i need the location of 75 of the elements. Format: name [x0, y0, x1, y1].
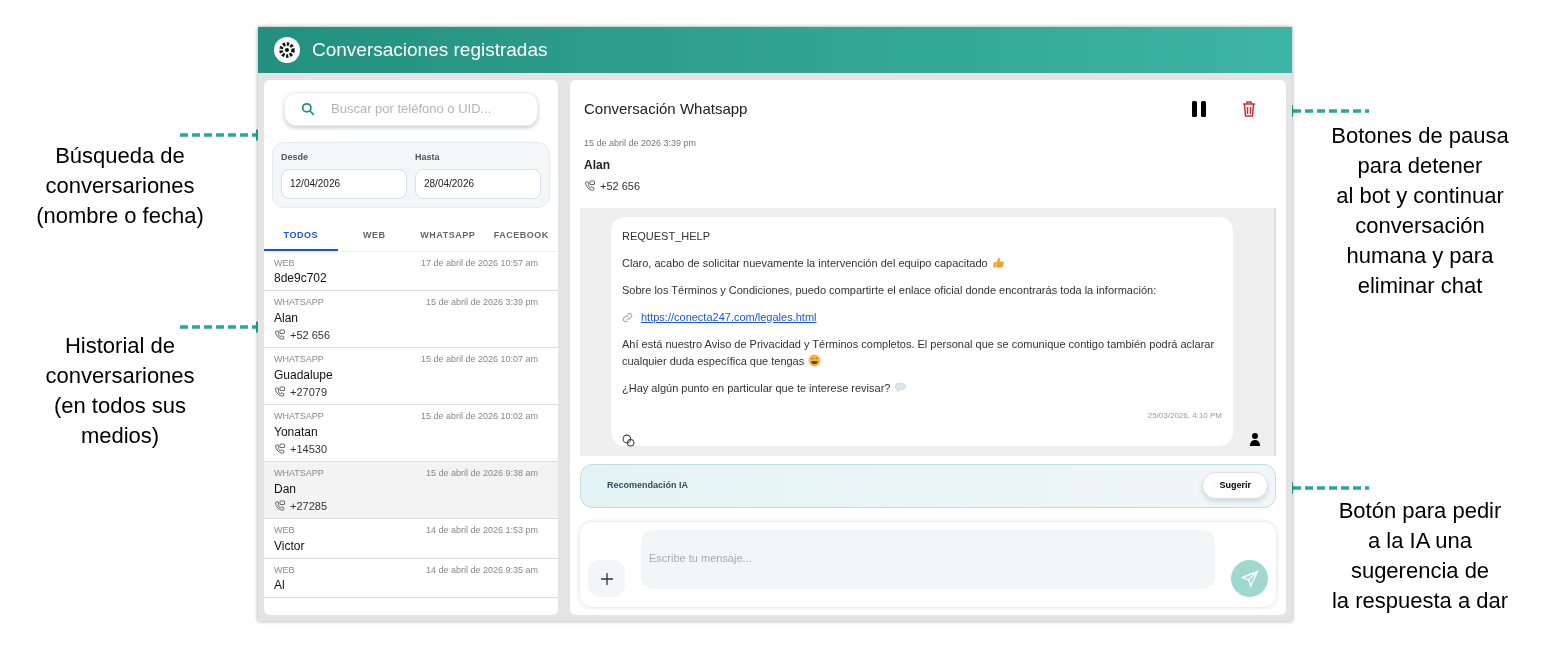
- channel-label: WEB: [274, 563, 295, 577]
- channel-tab[interactable]: WEB: [337, 223, 411, 251]
- chat-title: Conversación Whatsapp: [584, 99, 748, 119]
- message-text: Claro, acabo de solicitar nuevamente la intervención del equipo capacitado: [622, 254, 1222, 272]
- plus-icon: [600, 572, 613, 585]
- person-icon: [1250, 432, 1260, 446]
- gear-icon: [274, 37, 300, 63]
- annotation-text: Botones de pausa para detener al bot y continuar conversación humana y para eliminar chat: [1330, 122, 1510, 300]
- app-title: Conversaciones registradas: [312, 37, 548, 62]
- phone-number: +27079: [290, 384, 327, 400]
- add-button[interactable]: [588, 560, 625, 597]
- contact-name: 8de9c702: [274, 270, 328, 286]
- field-label: Hasta: [415, 151, 441, 164]
- delete-button[interactable]: [1240, 99, 1258, 120]
- pause-icon: [1192, 101, 1206, 118]
- conversation-time: 14 de abril de 2026 1:53 pm: [425, 524, 538, 537]
- channel-label: WHATSAPP: [274, 467, 324, 480]
- search-field[interactable]: Buscar por teléfono o UID...: [284, 92, 538, 126]
- field-label: Desde: [281, 151, 309, 164]
- contact-name: Dan: [274, 480, 297, 497]
- phone-number: +27285: [290, 498, 327, 514]
- link-icon: [622, 311, 633, 323]
- channel-tab[interactable]: WHATSAPP: [411, 223, 485, 251]
- smiley-icon: [808, 353, 822, 367]
- message-text: Ahí está nuestro Aviso de Privacidad y Términos completos. El personal que se comunique contigo también podrá aclarar cualquier duda específica que tengas: [622, 336, 1216, 369]
- annotation-text: Botón para pedir a la IA una sugerencia de la respuesta a dar: [1330, 497, 1510, 615]
- message-field[interactable]: Escribe tu mensaje...: [641, 529, 1215, 589]
- annotation-text: Búsqueda de conversariones (nombre o fecha): [35, 142, 205, 230]
- conversation-time: 14 de abril de 2026 9:35 am: [425, 563, 538, 577]
- phone-number: +52 656: [290, 327, 331, 343]
- conversation-time: 15 de abril de 2026 9:38 am: [425, 467, 538, 480]
- channel-label: WHATSAPP: [274, 296, 324, 309]
- thumbs-up-icon: [991, 255, 1005, 269]
- conversation-time: 15 de abril de 2026 10:07 am: [420, 353, 538, 366]
- phone-icon: [274, 385, 286, 398]
- annotation-text: Historial de conversariones (en todos sus medios): [44, 332, 196, 450]
- chat-bubbles-icon: [622, 433, 635, 447]
- conversation-item[interactable]: WHATSAPP 15 de abril de 2026 9:38 am Dan +27285: [264, 462, 558, 519]
- search-icon: [301, 102, 315, 116]
- channel-tab[interactable]: FACEBOOK: [484, 223, 558, 251]
- conversation-time: 17 de abril de 2026 10:57 am: [420, 256, 538, 270]
- message-time: 25/03/2026, 4:10 PM: [1147, 409, 1222, 422]
- phone-icon: [584, 180, 596, 193]
- contact-name: Yonatan: [274, 423, 319, 440]
- suggest-button[interactable]: Sugerir: [1202, 472, 1268, 499]
- channel-label: WHATSAPP: [274, 410, 324, 423]
- trash-icon: [1242, 101, 1256, 118]
- pause-button[interactable]: [1190, 99, 1208, 120]
- contact-name: Victor: [274, 537, 306, 554]
- chat-contact-name: Alan: [583, 157, 611, 174]
- phone-icon: [274, 328, 286, 341]
- message-tag: REQUEST_HELP: [622, 227, 1222, 245]
- ai-label: Recomendación IA: [607, 478, 689, 492]
- date-field[interactable]: 28/04/2026: [415, 168, 541, 199]
- send-icon: [1240, 569, 1259, 588]
- chat-date: 15 de abril de 2026 3:39 pm: [583, 136, 698, 150]
- link[interactable]: https://conecta247.com/legales.html: [641, 308, 817, 326]
- conversation-time: 15 de abril de 2026 3:39 pm: [425, 296, 538, 309]
- date-field[interactable]: 12/04/2026: [281, 168, 407, 199]
- channel-label: WEB: [274, 256, 295, 270]
- channel-tab[interactable]: TODOS: [264, 223, 338, 251]
- conversation-time: 15 de abril de 2026 10:02 am: [420, 410, 538, 423]
- phone-icon: [274, 442, 286, 455]
- chat-phone: +52 656: [600, 179, 641, 194]
- channel-label: WEB: [274, 524, 295, 537]
- contact-name: Al: [274, 577, 286, 593]
- contact-name: Guadalupe: [274, 366, 334, 383]
- message-text: ¿Hay algún punto en particular que te interese revisar?: [622, 379, 1222, 397]
- message-text: Sobre los Términos y Condiciones, puedo compartirte el enlace oficial donde encontrarás toda la información:: [622, 282, 1158, 298]
- channel-label: WHATSAPP: [274, 353, 324, 366]
- phone-number: +14530: [290, 441, 327, 457]
- contact-name: Alan: [274, 309, 300, 326]
- search-input[interactable]: Buscar por teléfono o UID...: [331, 99, 511, 119]
- phone-icon: [274, 499, 286, 512]
- speech-bubble-icon: [894, 381, 908, 393]
